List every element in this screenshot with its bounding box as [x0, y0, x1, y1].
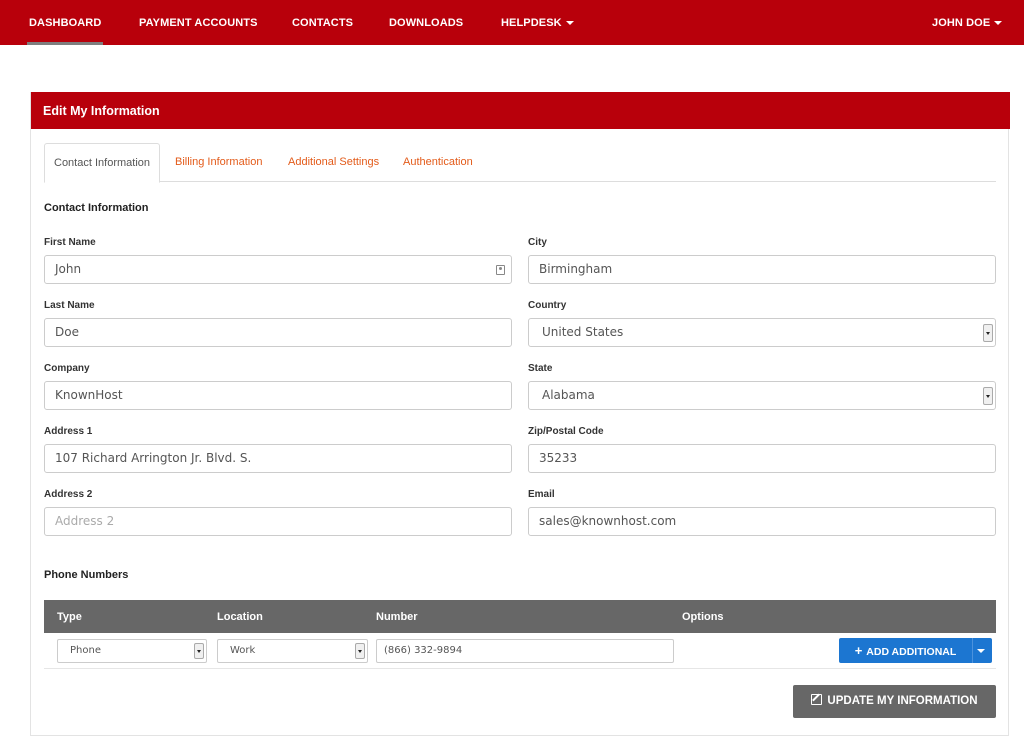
- add-additional-main[interactable]: + ADD ADDITIONAL: [839, 638, 972, 663]
- update-information-button[interactable]: UPDATE MY INFORMATION: [793, 685, 996, 718]
- city-input[interactable]: Birmingham: [528, 255, 996, 284]
- first-name-input[interactable]: John: [44, 255, 512, 284]
- first-name-value: John: [55, 262, 82, 276]
- zip-label: Zip/Postal Code: [528, 426, 604, 437]
- tab-additional-settings[interactable]: Additional Settings: [288, 143, 379, 182]
- contact-section-title: Contact Information: [44, 202, 149, 214]
- phone-table-header: Type Location Number Options: [44, 600, 996, 633]
- email-value: sales@knownhost.com: [539, 514, 677, 528]
- update-label: UPDATE MY INFORMATION: [827, 695, 978, 707]
- first-name-label: First Name: [44, 237, 96, 248]
- email-input[interactable]: sales@knownhost.com: [528, 507, 996, 536]
- nav-helpdesk[interactable]: HELPDESK: [501, 0, 574, 45]
- zip-input[interactable]: 35233: [528, 444, 996, 473]
- nav-label: DOWNLOADS: [389, 17, 464, 29]
- add-additional-label: ADD ADDITIONAL: [866, 646, 957, 658]
- add-additional-dropdown-toggle[interactable]: [972, 638, 992, 663]
- top-navigation: DASHBOARD PAYMENT ACCOUNTS CONTACTS DOWN…: [0, 0, 1024, 45]
- email-label: Email: [528, 489, 555, 500]
- company-input[interactable]: KnownHost: [44, 381, 512, 410]
- plus-icon: +: [854, 643, 863, 658]
- tab-bar: Contact Information Billing Information …: [44, 143, 996, 183]
- phone-type-value: Phone: [70, 645, 101, 656]
- city-label: City: [528, 237, 547, 248]
- tab-label: Additional Settings: [288, 156, 380, 168]
- last-name-input[interactable]: Doe: [44, 318, 512, 347]
- phone-type-select[interactable]: Phone: [57, 639, 207, 663]
- nav-label: DASHBOARD: [29, 17, 102, 29]
- last-name-value: Doe: [55, 325, 79, 339]
- phone-location-select[interactable]: Work: [217, 639, 368, 663]
- edit-icon: [811, 694, 823, 705]
- zip-value: 35233: [539, 451, 578, 465]
- column-location: Location: [217, 611, 263, 623]
- panel-title: Edit My Information: [31, 92, 1010, 129]
- chevron-down-icon[interactable]: [355, 643, 365, 659]
- company-value: KnownHost: [55, 388, 123, 402]
- address1-input[interactable]: 107 Richard Arrington Jr. Blvd. S.: [44, 444, 512, 473]
- address2-input[interactable]: Address 2: [44, 507, 512, 536]
- tab-contact-information[interactable]: Contact Information: [44, 143, 160, 183]
- user-name: JOHN DOE: [932, 17, 991, 29]
- city-value: Birmingham: [539, 262, 613, 276]
- chevron-down-icon: [994, 21, 1003, 26]
- address1-value: 107 Richard Arrington Jr. Blvd. S.: [55, 451, 252, 465]
- nav-payment-accounts[interactable]: PAYMENT ACCOUNTS: [139, 0, 258, 45]
- chevron-down-icon[interactable]: [983, 387, 993, 405]
- edit-information-panel: Edit My Information Contact Information …: [30, 92, 1010, 736]
- last-name-label: Last Name: [44, 300, 95, 311]
- nav-label: HELPDESK: [501, 17, 562, 29]
- nav-dashboard[interactable]: DASHBOARD: [26, 0, 104, 45]
- tab-label: Contact Information: [54, 157, 150, 169]
- chevron-down-icon[interactable]: [983, 324, 993, 342]
- country-select[interactable]: United States: [528, 318, 996, 347]
- user-menu[interactable]: JOHN DOE: [932, 0, 1003, 45]
- phone-number-value: (866) 332-9894: [384, 645, 463, 656]
- column-type: Type: [57, 611, 82, 623]
- country-value: United States: [542, 325, 624, 339]
- tab-label: Billing Information: [175, 156, 263, 168]
- add-additional-button[interactable]: + ADD ADDITIONAL: [839, 638, 992, 663]
- chevron-down-icon: [565, 21, 574, 26]
- nav-label: CONTACTS: [292, 17, 354, 29]
- state-select[interactable]: Alabama: [528, 381, 996, 410]
- column-number: Number: [376, 611, 418, 623]
- phone-number-input[interactable]: (866) 332-9894: [376, 639, 674, 663]
- chevron-down-icon: [977, 649, 985, 653]
- phone-section-title: Phone Numbers: [44, 569, 129, 581]
- nav-label: PAYMENT ACCOUNTS: [139, 17, 258, 29]
- address2-label: Address 2: [44, 489, 93, 500]
- tab-authentication[interactable]: Authentication: [403, 143, 473, 182]
- nav-downloads[interactable]: DOWNLOADS: [389, 0, 463, 45]
- state-value: Alabama: [542, 388, 595, 402]
- country-label: Country: [528, 300, 567, 311]
- chevron-down-icon[interactable]: [194, 643, 204, 659]
- address2-placeholder: Address 2: [55, 514, 115, 528]
- nav-contacts[interactable]: CONTACTS: [292, 0, 353, 45]
- company-label: Company: [44, 363, 90, 374]
- contact-card-icon[interactable]: [496, 265, 505, 275]
- state-label: State: [528, 363, 553, 374]
- address1-label: Address 1: [44, 426, 93, 437]
- tab-billing-information[interactable]: Billing Information: [175, 143, 262, 182]
- tab-label: Authentication: [403, 156, 473, 168]
- phone-location-value: Work: [230, 645, 256, 656]
- column-options: Options: [682, 611, 724, 623]
